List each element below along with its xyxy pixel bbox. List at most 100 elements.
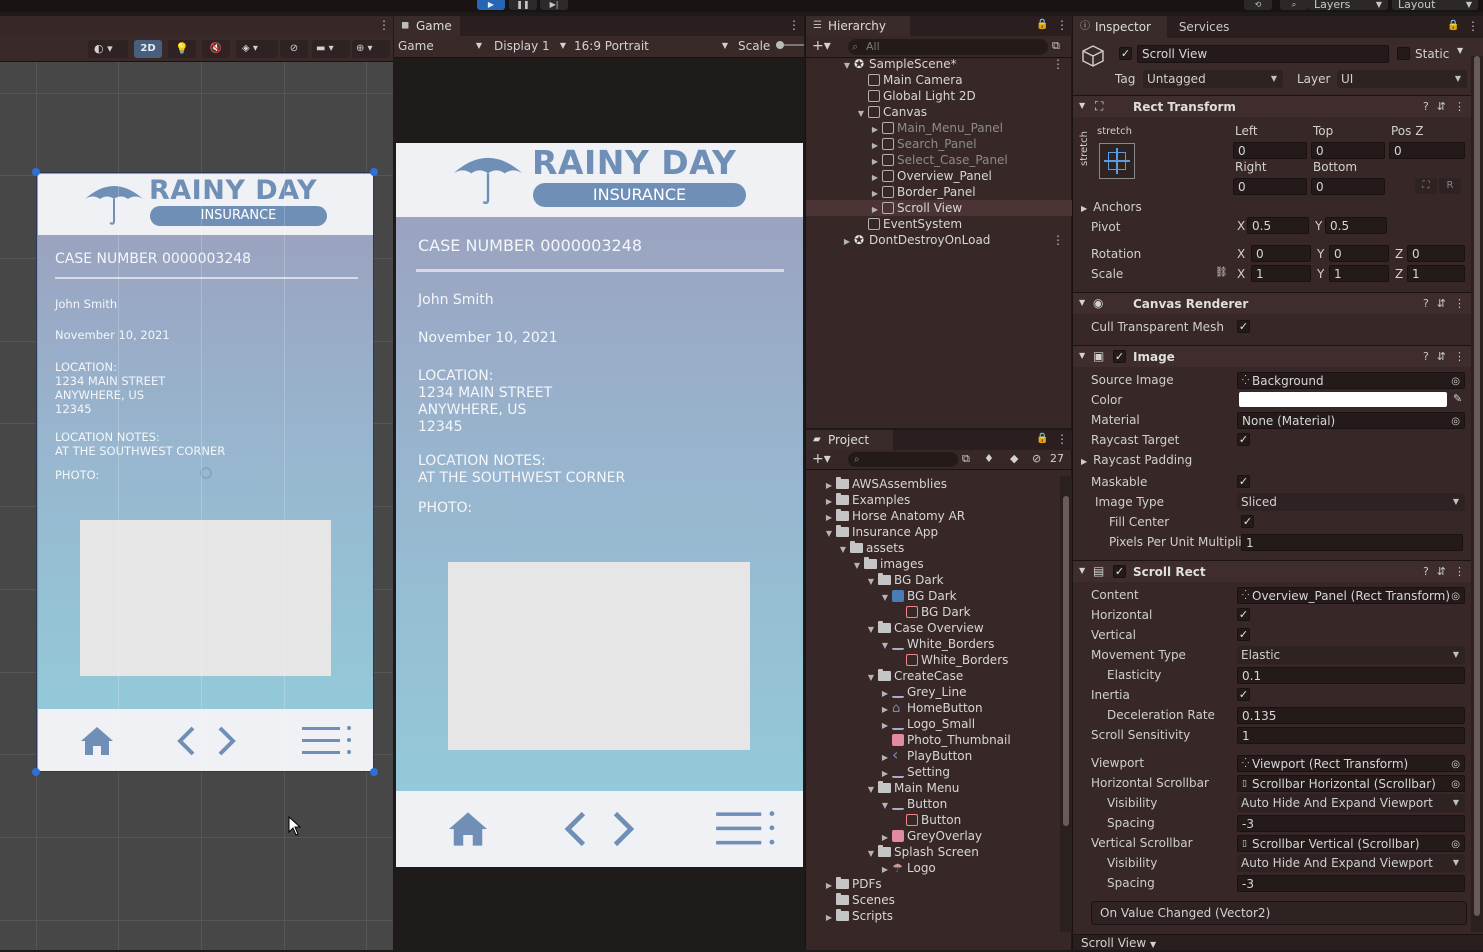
tab-project[interactable]: ▰ Project: [806, 430, 894, 450]
tab-game[interactable]: ◼ Game: [394, 16, 460, 36]
more-icon[interactable]: ⋮: [788, 19, 800, 31]
color-swatch[interactable]: [1239, 392, 1447, 407]
more-icon[interactable]: ⋮: [1056, 19, 1068, 31]
hierarchy-item[interactable]: ▶ Main_Menu_Panel: [806, 120, 1072, 136]
tag-dropdown[interactable]: Untagged ▼: [1143, 70, 1283, 88]
scale-x-input[interactable]: 1: [1251, 265, 1311, 282]
horizontal-spacing-input[interactable]: -3: [1237, 815, 1465, 832]
eyedropper-icon[interactable]: ✎: [1453, 392, 1462, 405]
material-field[interactable]: None (Material) ◎: [1237, 412, 1465, 429]
project-item[interactable]: ▼ images: [806, 556, 1060, 572]
step-button[interactable]: ▶|: [540, 0, 568, 10]
project-item[interactable]: ▶ ☂ Logo: [806, 860, 1060, 876]
maskable-checkbox[interactable]: ✓: [1237, 475, 1250, 488]
scene-viewport[interactable]: RAINY DAY INSURANCE CASE NUMBER 00000032…: [0, 62, 393, 950]
project-item[interactable]: ▶ GreyOverlay: [806, 828, 1060, 844]
play-button[interactable]: ▶: [477, 0, 505, 10]
hierarchy-item[interactable]: Main Camera: [806, 72, 1072, 88]
project-item[interactable]: Scenes: [806, 892, 1060, 908]
object-name-input[interactable]: Scroll View: [1137, 45, 1389, 63]
hierarchy-item[interactable]: ▶ Border_Panel: [806, 184, 1072, 200]
pause-button[interactable]: ❚❚: [509, 0, 537, 10]
project-item[interactable]: ▼ White_Borders: [806, 636, 1060, 652]
project-item[interactable]: ▶ PDFs: [806, 876, 1060, 892]
hierarchy-item[interactable]: Global Light 2D: [806, 88, 1072, 104]
component-menu-icons[interactable]: ?⇵⋮: [1423, 565, 1473, 578]
collapse-arrow-icon[interactable]: ▼: [1079, 101, 1085, 110]
tag-icon[interactable]: ◆: [1010, 452, 1018, 465]
hierarchy-item[interactable]: ▶ ✪ DontDestroyOnLoad ⋮: [806, 232, 1072, 248]
component-menu-icons[interactable]: ?⇵⋮: [1423, 350, 1473, 363]
rotation-x-input[interactable]: 0: [1251, 245, 1311, 262]
object-picker-icon[interactable]: ◎: [1451, 588, 1460, 603]
hierarchy-item[interactable]: ▶ Scroll View: [806, 200, 1072, 216]
movement-type-dropdown[interactable]: Elastic ▼: [1237, 646, 1465, 664]
static-checkbox[interactable]: [1397, 47, 1410, 60]
home-icon[interactable]: [446, 810, 490, 848]
rect-gizmo[interactable]: [37, 173, 373, 771]
inspector-scrollbar[interactable]: [1471, 56, 1483, 932]
on-value-changed-event[interactable]: On Value Changed (Vector2): [1091, 901, 1467, 925]
source-image-field[interactable]: ⁛ Background ◎: [1237, 372, 1465, 389]
more-icon[interactable]: ⋮: [1056, 433, 1068, 445]
vertical-scrollbar-field[interactable]: ▯ Scrollbar Vertical (Scrollbar) ◎: [1237, 835, 1465, 852]
object-picker-icon[interactable]: ◎: [1451, 836, 1460, 851]
active-checkbox[interactable]: ✓: [1119, 47, 1132, 60]
search-by-type-icon[interactable]: ⧉: [962, 452, 970, 466]
gizmos-dropdown[interactable]: ⊕ ▾: [352, 40, 390, 58]
right-input[interactable]: 0: [1233, 178, 1307, 195]
raycast-padding-foldout[interactable]: ▶ Raycast Padding: [1081, 450, 1192, 470]
project-item[interactable]: ▶ ⌂ HomeButton: [806, 700, 1060, 716]
scale-z-input[interactable]: 1: [1407, 265, 1465, 282]
layout-dropdown[interactable]: Layout ▼: [1392, 0, 1478, 10]
project-item[interactable]: ▼ CreateCase: [806, 668, 1060, 684]
cull-checkbox[interactable]: ✓: [1237, 320, 1250, 333]
history-icon[interactable]: ⟲: [1244, 0, 1272, 10]
project-item[interactable]: ▼ BG Dark: [806, 588, 1060, 604]
hierarchy-item[interactable]: EventSystem: [806, 216, 1072, 232]
project-item[interactable]: Button: [806, 812, 1060, 828]
game-viewport[interactable]: RAINY DAY INSURANCE CASE NUMBER 00000032…: [394, 58, 804, 950]
image-header[interactable]: ▼ ▣ ✓ Image ?⇵⋮: [1073, 345, 1483, 367]
component-menu-icons[interactable]: ?⇵⋮: [1423, 297, 1473, 310]
scroll-rect-enabled-checkbox[interactable]: ✓: [1113, 565, 1126, 578]
project-item[interactable]: ▶ Setting: [806, 764, 1060, 780]
resize-handle[interactable]: [370, 768, 378, 776]
vertical-checkbox[interactable]: ✓: [1237, 628, 1250, 641]
resize-handle[interactable]: [32, 168, 40, 176]
object-picker-icon[interactable]: ◎: [1451, 413, 1460, 428]
scene-visibility-icon[interactable]: ⧉: [1052, 39, 1060, 53]
display-dropdown[interactable]: Display 1 ▼: [494, 37, 566, 55]
constrain-proportions-icon[interactable]: ⛓: [1215, 267, 1228, 278]
pivot-y-input[interactable]: 0.5: [1325, 217, 1387, 234]
more-icon[interactable]: ⋮: [1052, 232, 1064, 248]
audio-icon[interactable]: 🔇: [202, 40, 230, 58]
component-menu-icons[interactable]: ?⇵⋮: [1423, 100, 1473, 113]
ppu-input[interactable]: 1: [1241, 534, 1463, 551]
hidden-objects-icon[interactable]: ⊘: [280, 40, 308, 58]
aspect-dropdown[interactable]: 16:9 Portrait ▼: [574, 37, 728, 55]
elasticity-input[interactable]: 0.1: [1237, 667, 1465, 684]
shading-mode-dropdown[interactable]: ◐ ▾: [88, 40, 128, 58]
image-type-dropdown[interactable]: Sliced ▼: [1237, 493, 1465, 511]
viewport-field[interactable]: ⁛ Viewport (Rect Transform) ◎: [1237, 755, 1465, 772]
lock-icon[interactable]: 🔒: [1447, 20, 1459, 31]
content-field[interactable]: ⁛ Overview_Panel (Rect Transform) ◎: [1237, 587, 1465, 604]
project-item[interactable]: ▶ Grey_Line: [806, 684, 1060, 700]
more-icon[interactable]: ⋮: [1052, 56, 1064, 72]
fill-center-checkbox[interactable]: ✓: [1241, 515, 1254, 528]
lock-icon[interactable]: 🔒: [1036, 433, 1048, 444]
canvas-renderer-header[interactable]: ▼ ◉ Canvas Renderer ?⇵⋮: [1073, 292, 1483, 314]
project-item[interactable]: ▶ Logo_Small: [806, 716, 1060, 732]
hierarchy-item[interactable]: ▶ Select_Case_Panel: [806, 152, 1072, 168]
tab-hierarchy[interactable]: ☰ Hierarchy: [806, 16, 911, 36]
project-item[interactable]: ▼ Splash Screen: [806, 844, 1060, 860]
hierarchy-item[interactable]: ▶ Search_Panel: [806, 136, 1072, 152]
collapsed-arrow-icon[interactable]: ▶: [842, 234, 852, 250]
prev-next-icon[interactable]: [562, 810, 638, 848]
horizontal-checkbox[interactable]: ✓: [1237, 608, 1250, 621]
camera-dropdown[interactable]: ▬ ▾: [312, 40, 350, 58]
object-picker-icon[interactable]: ◎: [1451, 756, 1460, 771]
project-item[interactable]: ▼ Main Menu: [806, 780, 1060, 796]
vertical-spacing-input[interactable]: -3: [1237, 875, 1465, 892]
